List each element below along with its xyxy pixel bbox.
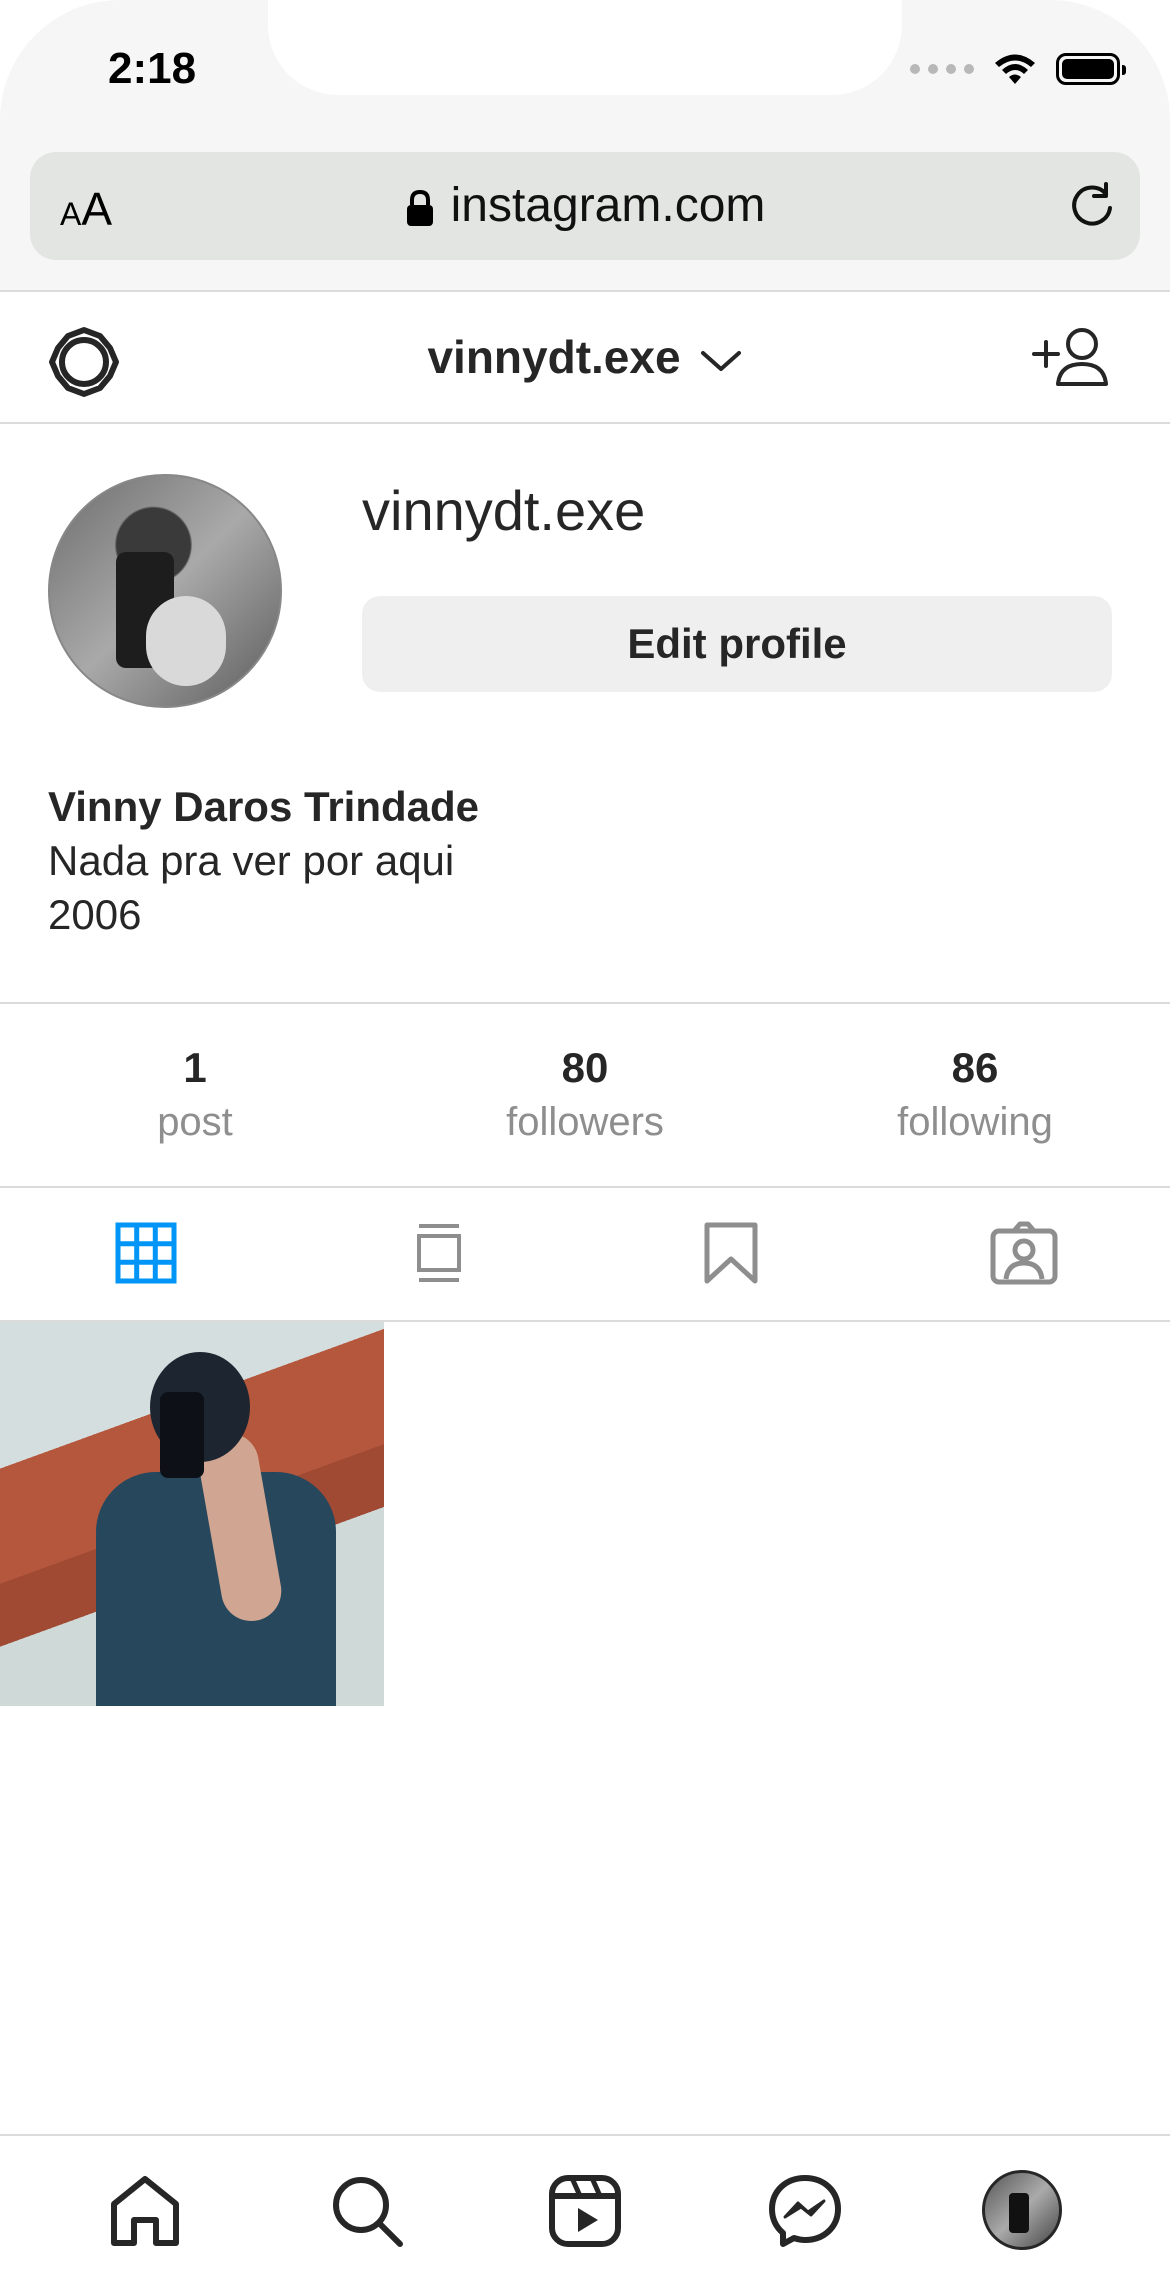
- url-bar[interactable]: AA instagram.com: [30, 152, 1140, 260]
- header-username: vinnydt.exe: [427, 331, 680, 383]
- profile-avatar[interactable]: [48, 474, 282, 708]
- status-icons: [910, 52, 1120, 86]
- tab-tagged[interactable]: [878, 1186, 1170, 1320]
- profile-bio: Vinny Daros Trindade Nada pra ver por aq…: [48, 780, 479, 942]
- grid-icon: [115, 1222, 177, 1284]
- reload-icon[interactable]: [1066, 180, 1118, 232]
- nav-profile[interactable]: [982, 2170, 1062, 2250]
- stat-label: post: [0, 1100, 390, 1145]
- tab-feed[interactable]: [293, 1186, 586, 1320]
- stat-value: 1: [0, 1044, 390, 1092]
- url-text: instagram.com: [451, 179, 766, 232]
- nav-reels[interactable]: [548, 2174, 622, 2253]
- add-user-icon[interactable]: [1032, 324, 1110, 388]
- nav-home[interactable]: [108, 2174, 182, 2253]
- profile-username: vinnydt.exe: [362, 478, 645, 543]
- bio-text-line: Nada pra ver por aqui: [48, 834, 479, 888]
- feed-icon: [415, 1222, 463, 1284]
- battery-icon: [1056, 53, 1120, 85]
- reels-icon: [548, 2174, 622, 2248]
- browser-chrome: 2:18 AA instagram.com: [0, 0, 1170, 292]
- wifi-icon: [992, 52, 1038, 86]
- url-display[interactable]: instagram.com: [30, 178, 1140, 233]
- profile-stats: 1 post 80 followers 86 following: [0, 1002, 1170, 1188]
- search-icon: [330, 2174, 404, 2248]
- stat-following[interactable]: 86 following: [780, 1004, 1170, 1186]
- bottom-navigation: [0, 2134, 1170, 2284]
- profile-header-bar: vinnydt.exe: [0, 292, 1170, 424]
- stat-label: followers: [390, 1100, 780, 1145]
- bio-text-line: 2006: [48, 888, 479, 942]
- chevron-down-icon: [699, 347, 743, 375]
- account-switcher[interactable]: vinnydt.exe: [0, 330, 1170, 384]
- status-time: 2:18: [108, 44, 196, 94]
- stat-value: 80: [390, 1044, 780, 1092]
- stat-label: following: [780, 1100, 1170, 1145]
- profile-tabs: [0, 1186, 1170, 1322]
- bookmark-icon: [703, 1221, 759, 1285]
- tagged-icon: [990, 1221, 1058, 1285]
- edit-profile-button[interactable]: Edit profile: [362, 596, 1112, 692]
- profile-avatar-small: [982, 2170, 1062, 2250]
- device-notch: [268, 0, 902, 95]
- messenger-icon: [768, 2174, 842, 2248]
- stat-followers[interactable]: 80 followers: [390, 1004, 780, 1186]
- stat-value: 86: [780, 1044, 1170, 1092]
- profile-full-name: Vinny Daros Trindade: [48, 780, 479, 834]
- lock-icon: [405, 189, 435, 227]
- tab-saved[interactable]: [585, 1186, 878, 1320]
- signal-icon: [910, 64, 974, 74]
- nav-search[interactable]: [330, 2174, 404, 2253]
- nav-messenger[interactable]: [768, 2174, 842, 2253]
- tab-grid[interactable]: [0, 1186, 293, 1320]
- stat-posts: 1 post: [0, 1004, 390, 1186]
- home-icon: [108, 2174, 182, 2248]
- post-thumbnail[interactable]: [0, 1322, 384, 1706]
